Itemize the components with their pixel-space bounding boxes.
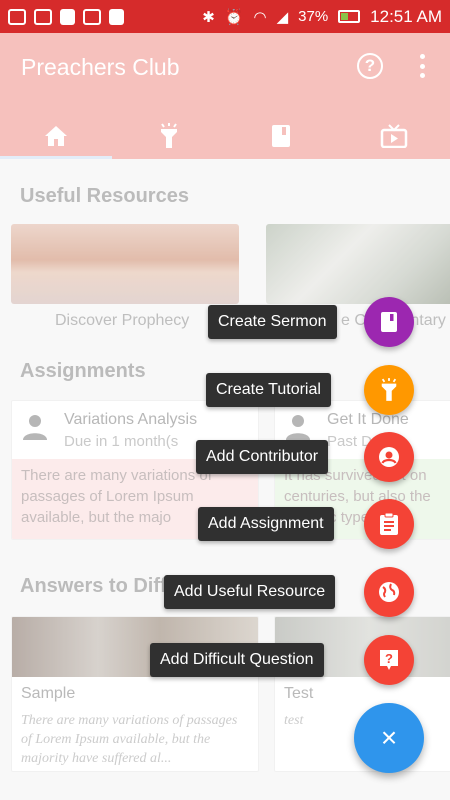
alarm-icon: ⏰ — [224, 8, 244, 26]
add-useful-resource-label[interactable]: Add Useful Resource — [164, 575, 336, 609]
signal-icon: ◢ — [276, 8, 289, 26]
add-contributor-label[interactable]: Add Contributor — [196, 440, 329, 474]
system-icons: ✱ ⏰ ◠ ◢ 37% 12:51 AM — [202, 7, 442, 27]
create-sermon-button[interactable] — [364, 297, 414, 347]
book-icon — [381, 312, 397, 332]
battery-icon — [338, 10, 361, 23]
facebook-icon — [60, 8, 75, 25]
add-difficult-question-button[interactable]: ? — [364, 635, 414, 685]
battery-percent: 37% — [298, 8, 329, 25]
status-bar: ✱ ⏰ ◠ ◢ 37% 12:51 AM — [0, 0, 450, 33]
add-useful-resource-button[interactable] — [364, 567, 414, 617]
clock: 12:51 AM — [370, 6, 442, 26]
close-speed-dial-button[interactable]: × — [354, 703, 424, 773]
add-difficult-question-label[interactable]: Add Difficult Question — [150, 643, 324, 677]
clipboard-icon — [380, 512, 398, 535]
sim-icon — [83, 8, 101, 25]
message-icon — [8, 8, 26, 25]
person-circle-icon — [379, 447, 399, 467]
add-assignment-button[interactable] — [364, 499, 414, 549]
create-tutorial-button[interactable] — [364, 365, 414, 415]
create-sermon-label[interactable]: Create Sermon — [208, 305, 337, 339]
add-assignment-label[interactable]: Add Assignment — [198, 507, 334, 541]
create-tutorial-label[interactable]: Create Tutorial — [206, 373, 331, 407]
speed-dial-overlay[interactable] — [0, 33, 450, 800]
add-contributor-button[interactable] — [364, 432, 414, 482]
bluetooth-icon: ✱ — [202, 8, 215, 26]
book-notification-icon — [34, 8, 52, 25]
notification-icons — [8, 8, 124, 25]
globe-icon — [379, 582, 399, 602]
close-icon: × — [380, 722, 398, 753]
facebook-icon — [109, 8, 124, 25]
flashlight-icon — [381, 378, 397, 401]
question-icon: ? — [380, 650, 398, 670]
svg-text:?: ? — [385, 651, 393, 666]
wifi-icon: ◠ — [253, 8, 267, 26]
